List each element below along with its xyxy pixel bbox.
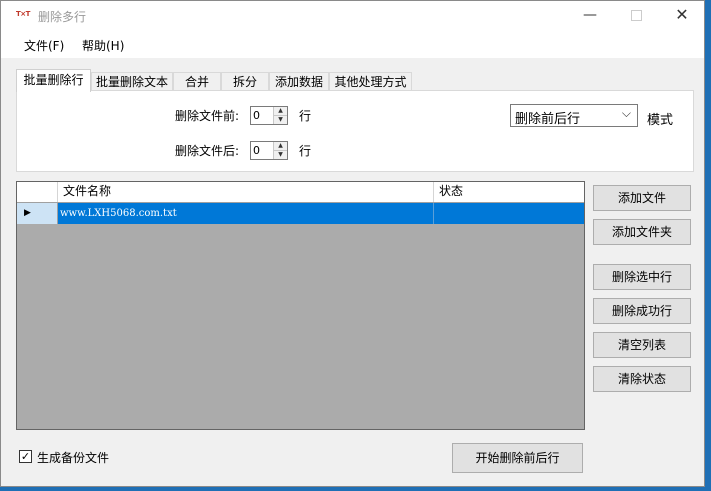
chevron-down-icon: ⌵ xyxy=(621,106,631,120)
main-window: T×T 删除多行 — ✕ 文件(F) 帮助(H) 批量删除行 批量删除文本 合并… xyxy=(0,0,705,487)
tab-other-methods[interactable]: 其他处理方式 xyxy=(329,72,412,90)
tab-split[interactable]: 拆分 xyxy=(221,72,269,90)
after-unit: 行 xyxy=(299,144,312,158)
title-bar: T×T 删除多行 — ✕ xyxy=(1,1,704,31)
mode-dropdown[interactable]: 删除前后行 ⌵ xyxy=(510,104,638,127)
after-lines-value: 0 xyxy=(253,144,260,157)
stepper-up-icon[interactable]: ▲ xyxy=(274,107,287,116)
menu-help[interactable]: 帮助(H) xyxy=(82,37,124,54)
after-label: 删除文件后: xyxy=(175,144,240,158)
minimize-icon: — xyxy=(583,7,597,23)
backup-label: 生成备份文件 xyxy=(37,451,110,465)
checkmark-icon: ✓ xyxy=(20,450,31,463)
before-label: 删除文件前: xyxy=(175,109,240,123)
delete-selected-button[interactable]: 删除选中行 xyxy=(593,264,691,290)
stepper-down-icon[interactable]: ▼ xyxy=(274,151,287,159)
maximize-button[interactable] xyxy=(613,1,659,31)
start-button[interactable]: 开始删除前后行 xyxy=(452,443,583,473)
stepper-down-icon[interactable]: ▼ xyxy=(274,116,287,124)
tab-batch-delete-lines[interactable]: 批量删除行 xyxy=(16,69,91,92)
stepper-up-icon[interactable]: ▲ xyxy=(274,142,287,151)
minimize-button[interactable]: — xyxy=(567,1,613,31)
close-icon: ✕ xyxy=(675,5,689,24)
current-row-icon: ▶ xyxy=(24,208,31,218)
before-lines-value: 0 xyxy=(253,109,260,122)
close-button[interactable]: ✕ xyxy=(659,1,704,31)
menu-bar: 文件(F) 帮助(H) xyxy=(1,31,704,58)
backup-checkbox[interactable]: ✓ xyxy=(19,450,32,463)
add-file-button[interactable]: 添加文件 xyxy=(593,185,691,211)
tab-merge[interactable]: 合并 xyxy=(173,72,221,90)
menu-file[interactable]: 文件(F) xyxy=(24,37,64,54)
clear-status-button[interactable]: 清除状态 xyxy=(593,366,691,392)
after-lines-stepper[interactable]: 0 ▲ ▼ xyxy=(250,141,288,160)
clear-list-button[interactable]: 清空列表 xyxy=(593,332,691,358)
delete-success-button[interactable]: 删除成功行 xyxy=(593,298,691,324)
tab-add-data[interactable]: 添加数据 xyxy=(269,72,329,90)
mode-value: 删除前后行 xyxy=(515,112,581,127)
add-folder-button[interactable]: 添加文件夹 xyxy=(593,219,691,245)
tab-panel xyxy=(16,90,694,172)
table-row[interactable]: ▶ www.LXH5068.com.txt xyxy=(17,203,584,224)
cell-status[interactable] xyxy=(434,203,584,224)
window-title: 删除多行 xyxy=(38,10,87,24)
tab-batch-delete-text[interactable]: 批量删除文本 xyxy=(91,72,173,90)
cell-filename[interactable]: www.LXH5068.com.txt xyxy=(58,203,434,224)
mode-label: 模式 xyxy=(647,113,674,128)
maximize-icon xyxy=(630,9,642,21)
before-lines-stepper[interactable]: 0 ▲ ▼ xyxy=(250,106,288,125)
row-header[interactable]: ▶ xyxy=(17,203,58,224)
app-icon: T×T xyxy=(16,10,30,18)
grid-corner xyxy=(17,182,58,202)
column-filename[interactable]: 文件名称 xyxy=(58,182,434,202)
file-grid[interactable]: 文件名称 状态 ▶ www.LXH5068.com.txt xyxy=(16,181,585,430)
before-unit: 行 xyxy=(299,109,312,123)
column-status[interactable]: 状态 xyxy=(434,182,584,202)
grid-header: 文件名称 状态 xyxy=(17,182,584,203)
